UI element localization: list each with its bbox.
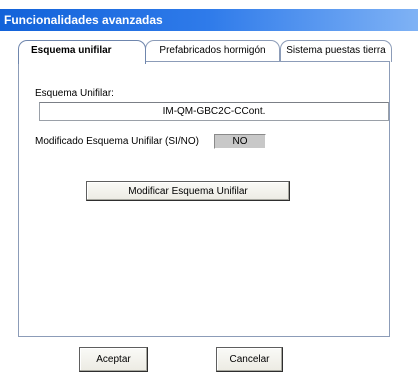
tab-prefabricados-hormigon[interactable]: Prefabricados hormigón bbox=[145, 40, 280, 62]
modificado-esquema-label: Modificado Esquema Unifilar (SI/NO) bbox=[35, 136, 199, 147]
tab-panel-esquema-unifilar: Esquema Unifilar: Modificado Esquema Uni… bbox=[18, 61, 390, 337]
tab-strip: Esquema unifilar Prefabricados hormigón … bbox=[0, 40, 418, 64]
window-title: Funcionalidades avanzadas bbox=[4, 13, 163, 27]
esquema-unifilar-field[interactable] bbox=[39, 102, 389, 121]
tab-sistema-puestas-tierra[interactable]: Sistema puestas tierra bbox=[280, 40, 392, 62]
modificado-value-box: NO bbox=[214, 134, 266, 149]
accept-button[interactable]: Aceptar bbox=[79, 347, 148, 372]
title-bar[interactable]: Funcionalidades avanzadas bbox=[0, 9, 418, 31]
esquema-unifilar-label: Esquema Unifilar: bbox=[35, 88, 114, 99]
tab-esquema-unifilar[interactable]: Esquema unifilar bbox=[18, 40, 146, 64]
dialog-window: Funcionalidades avanzadas Esquema unifil… bbox=[0, 0, 418, 379]
cancel-button[interactable]: Cancelar bbox=[216, 347, 283, 372]
modificar-esquema-button[interactable]: Modificar Esquema Unifilar bbox=[86, 181, 290, 201]
